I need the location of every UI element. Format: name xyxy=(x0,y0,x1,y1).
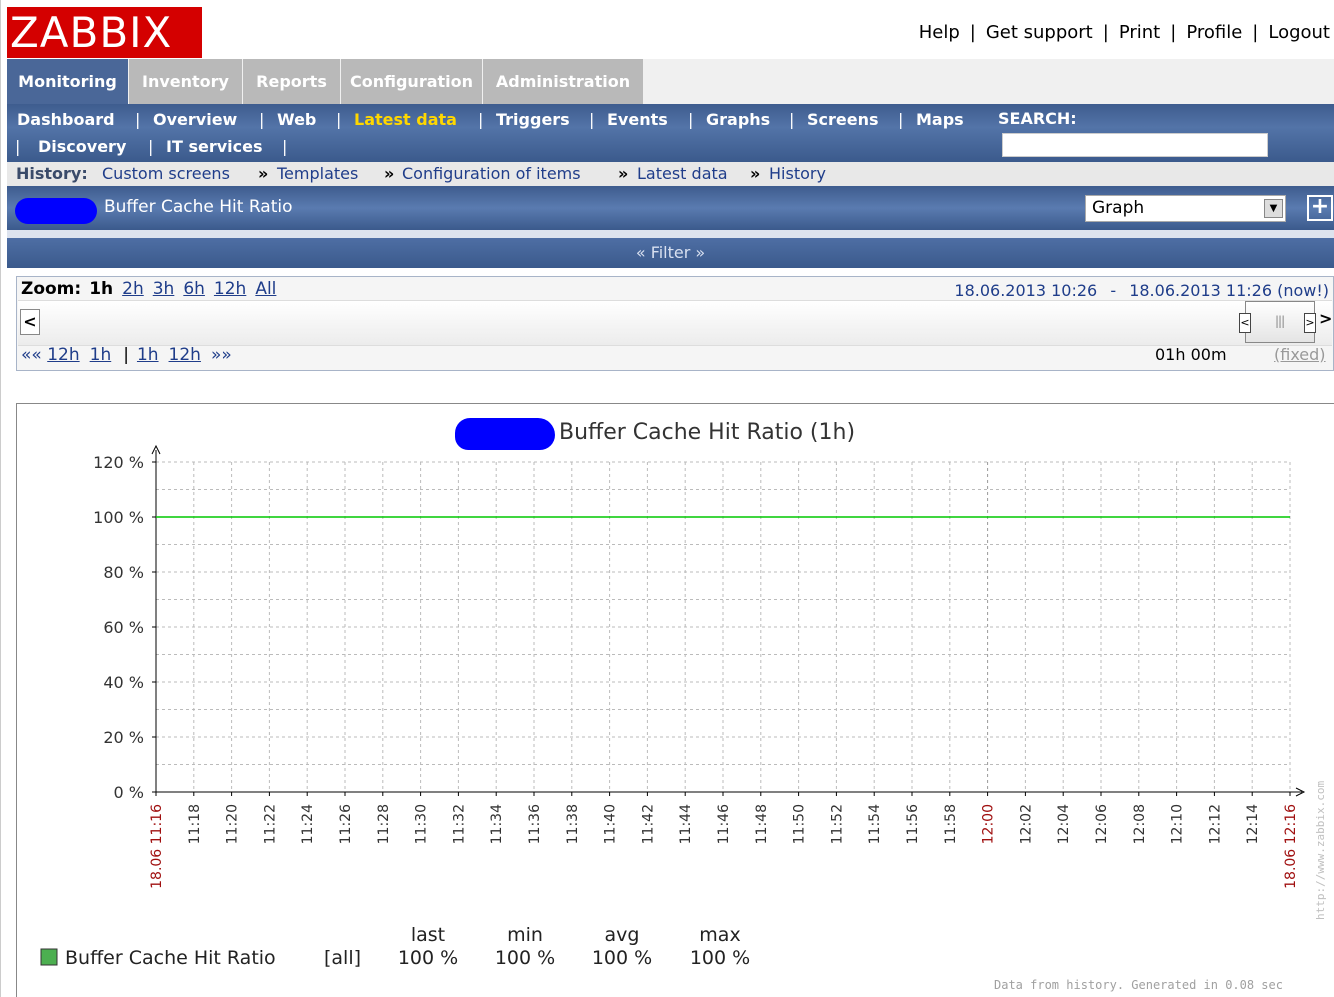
x-tick-label: 11:58 xyxy=(943,804,959,844)
x-tick-label: 12:12 xyxy=(1207,804,1223,844)
y-tick-label: 60 % xyxy=(103,618,144,637)
x-tick-label: 11:36 xyxy=(527,804,543,844)
legend-column-value: 100 % xyxy=(398,947,458,969)
x-tick-label: 11:18 xyxy=(187,804,203,844)
x-tick-label: 11:26 xyxy=(338,804,354,844)
x-tick-label: 11:44 xyxy=(678,804,694,844)
x-tick-label: 11:24 xyxy=(300,804,316,844)
x-tick-label: 12:10 xyxy=(1170,804,1186,844)
legend-column-header: last xyxy=(411,924,445,946)
x-tick-label: 11:42 xyxy=(640,804,656,844)
x-tick-label: 11:40 xyxy=(603,804,619,844)
line-chart: 0 % 20 % 40 % 60 % 80 % 100 % 120 % 18.06 11:16… xyxy=(40,444,1306,969)
x-tick-label: 11:34 xyxy=(489,804,505,844)
legend-column-value: 100 % xyxy=(592,947,652,969)
x-tick-label: 12:06 xyxy=(1094,804,1110,844)
y-tick-label: 100 % xyxy=(93,508,144,527)
zabbix-watermark: http://www.zabbix.com xyxy=(1314,780,1327,920)
x-tick-label: 11:28 xyxy=(376,804,392,844)
x-tick-label: 11:30 xyxy=(414,804,430,844)
x-tick-label: 12:02 xyxy=(1018,804,1034,844)
y-tick-label: 40 % xyxy=(103,673,144,692)
x-tick-label: 11:56 xyxy=(905,804,921,844)
legend-item-label: Buffer Cache Hit Ratio xyxy=(65,947,276,969)
x-tick-label: 11:52 xyxy=(829,804,845,844)
x-tick-label: 11:50 xyxy=(792,804,808,844)
x-tick-label: 11:54 xyxy=(867,804,883,844)
legend-column-header: avg xyxy=(605,924,640,946)
legend-column-value: 100 % xyxy=(495,947,555,969)
footer-generation-info: Data from history. Generated in 0.08 sec xyxy=(994,978,1283,992)
x-tick-label: 11:48 xyxy=(754,804,770,844)
y-tick-label: 120 % xyxy=(93,453,144,472)
legend-column-value: 100 % xyxy=(690,947,750,969)
legend-column-header: min xyxy=(507,924,543,946)
x-tick-label: 11:20 xyxy=(225,804,241,844)
x-tick-label: 11:46 xyxy=(716,804,732,844)
x-tick-label: 12:00 xyxy=(981,804,997,844)
x-tick-label: 11:22 xyxy=(262,804,278,844)
x-tick-label: 12:08 xyxy=(1132,804,1148,844)
legend-scope: [all] xyxy=(324,947,361,969)
legend-column-header: max xyxy=(699,924,740,946)
x-tick-label: 18.06 11:16 xyxy=(149,804,165,889)
y-tick-label: 0 % xyxy=(114,783,144,802)
y-tick-label: 80 % xyxy=(103,563,144,582)
x-tick-label: 12:14 xyxy=(1245,804,1261,844)
x-tick-label: 12:04 xyxy=(1056,804,1072,844)
x-tick-label: 11:32 xyxy=(451,804,467,844)
x-tick-label: 11:38 xyxy=(565,804,581,844)
x-tick-label: 18.06 12:16 xyxy=(1283,804,1299,889)
y-tick-label: 20 % xyxy=(103,728,144,747)
legend-color-swatch xyxy=(40,948,58,966)
